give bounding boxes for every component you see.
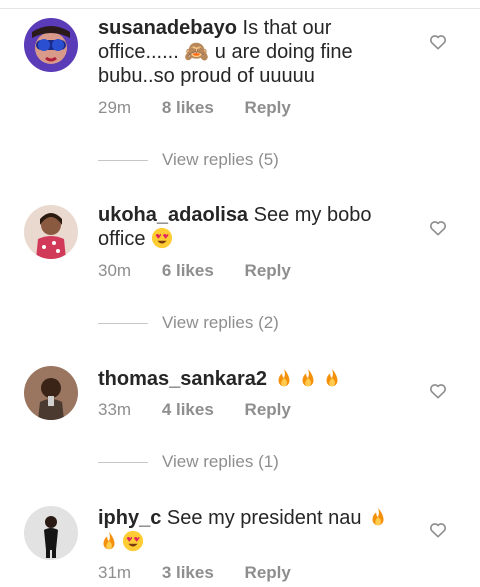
view-replies-button[interactable]: View replies (2) bbox=[98, 313, 279, 333]
comment-meta: 30m 6 likes Reply bbox=[98, 261, 317, 281]
comment-body: thomas_sankara2 bbox=[98, 367, 398, 391]
comment-body: ukoha_adaolisa See my bobo office bbox=[98, 203, 398, 251]
likes-count[interactable]: 8 likes bbox=[162, 98, 214, 117]
avatar[interactable] bbox=[24, 506, 78, 560]
fire-emoji bbox=[372, 507, 384, 526]
comment-body: susanadebayo Is that our office...... 🙈 … bbox=[98, 16, 398, 88]
avatar[interactable] bbox=[24, 18, 78, 72]
replies-divider bbox=[98, 160, 148, 162]
replies-divider bbox=[98, 323, 148, 325]
timestamp: 33m bbox=[98, 400, 132, 419]
fire-emoji bbox=[326, 368, 338, 387]
username[interactable]: iphy_c bbox=[98, 507, 161, 529]
comment-text: See my president nau bbox=[166, 507, 362, 529]
replies-divider bbox=[98, 462, 148, 464]
view-replies-button[interactable]: View replies (5) bbox=[98, 150, 279, 170]
comment-meta: 31m 3 likes Reply bbox=[98, 563, 317, 583]
view-replies-label: View replies (1) bbox=[162, 452, 279, 471]
view-replies-button[interactable]: View replies (1) bbox=[98, 452, 279, 472]
reply-button[interactable]: Reply bbox=[245, 400, 291, 419]
heart-outline-icon[interactable] bbox=[428, 381, 448, 401]
view-replies-label: View replies (5) bbox=[162, 150, 279, 169]
comment-meta: 29m 8 likes Reply bbox=[98, 98, 317, 118]
likes-count[interactable]: 3 likes bbox=[162, 563, 214, 582]
timestamp: 29m bbox=[98, 98, 132, 117]
comment-meta: 33m 4 likes Reply bbox=[98, 400, 317, 420]
heart-outline-icon[interactable] bbox=[428, 32, 448, 52]
fire-emoji bbox=[302, 368, 314, 387]
heart-eyes-emoji bbox=[122, 530, 144, 552]
username[interactable]: thomas_sankara2 bbox=[98, 368, 267, 390]
reply-button[interactable]: Reply bbox=[245, 261, 291, 280]
timestamp: 31m bbox=[98, 563, 132, 582]
view-replies-label: View replies (2) bbox=[162, 313, 279, 332]
top-divider bbox=[0, 0, 480, 9]
timestamp: 30m bbox=[98, 261, 132, 280]
fire-emoji bbox=[103, 531, 115, 550]
username[interactable]: ukoha_adaolisa bbox=[98, 204, 248, 226]
avatar[interactable] bbox=[24, 205, 78, 259]
comment-body: iphy_c See my president nau bbox=[98, 506, 398, 554]
username[interactable]: susanadebayo bbox=[98, 17, 237, 39]
avatar[interactable] bbox=[24, 366, 78, 420]
likes-count[interactable]: 6 likes bbox=[162, 261, 214, 280]
likes-count[interactable]: 4 likes bbox=[162, 400, 214, 419]
reply-button[interactable]: Reply bbox=[245, 98, 291, 117]
heart-outline-icon[interactable] bbox=[428, 520, 448, 540]
heart-eyes-emoji bbox=[151, 227, 173, 249]
reply-button[interactable]: Reply bbox=[245, 563, 291, 582]
heart-outline-icon[interactable] bbox=[428, 218, 448, 238]
fire-emoji bbox=[278, 368, 290, 387]
